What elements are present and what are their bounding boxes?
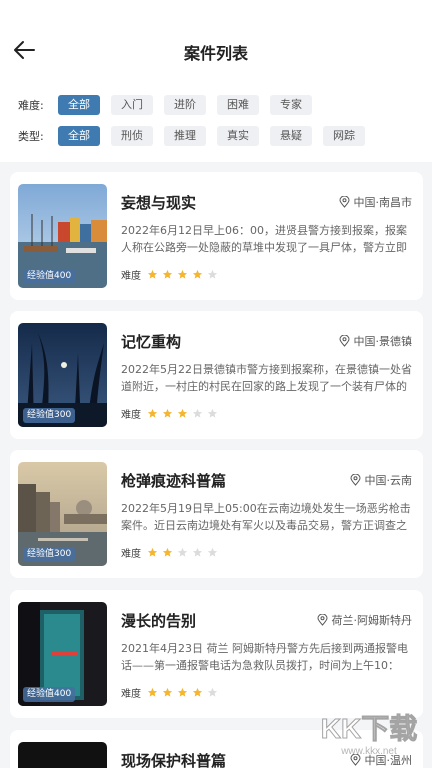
case-thumbnail: 经验值300 (18, 462, 107, 566)
location-pin-icon (338, 335, 350, 347)
case-thumbnail (18, 742, 107, 768)
case-description: 2022年5月22日景德镇市警方接到报案称，在景德镇一处省道附近，一村庄的村民在… (121, 363, 412, 393)
difficulty-chip-hard[interactable]: 困难 (217, 95, 259, 115)
type-filter-label: 类型: (18, 130, 44, 143)
star-filled-icon (147, 687, 158, 697)
difficulty-label: 难度 (121, 271, 141, 282)
case-description: 2021年4月23日 荷兰 阿姆斯特丹警方先后接到两通报警电话——第一通报警电话… (121, 642, 408, 672)
case-title: 妄想与现实 (121, 194, 197, 212)
case-thumbnail: 经验值300 (18, 323, 107, 427)
star-filled-icon (177, 408, 188, 418)
type-chip-all[interactable]: 全部 (58, 126, 100, 146)
star-filled-icon (192, 269, 203, 279)
location-pin-icon (316, 614, 328, 626)
page-title: 案件列表 (183, 44, 248, 63)
type-chip-real[interactable]: 真实 (217, 126, 259, 146)
type-chip-network[interactable]: 网踪 (323, 126, 365, 146)
star-empty-icon (192, 408, 203, 418)
watermark-text: KK下载 (321, 713, 417, 744)
difficulty-filter-label: 难度: (18, 99, 44, 112)
star-filled-icon (162, 408, 173, 418)
star-rating (147, 687, 222, 698)
location-text: 荷兰·阿姆斯特丹 (331, 614, 413, 627)
case-card[interactable]: 经验值400 妄想与现实 中国·南昌市 2022年6月12日早上06：00，进贤… (10, 172, 423, 300)
star-empty-icon (207, 687, 218, 697)
star-filled-icon (192, 687, 203, 697)
star-filled-icon (147, 408, 158, 418)
star-filled-icon (162, 687, 173, 697)
difficulty-rating: 难度 (121, 685, 222, 700)
location-text: 中国·南昌市 (353, 196, 413, 209)
difficulty-rating: 难度 (121, 545, 222, 560)
star-empty-icon (192, 547, 203, 557)
location-text: 中国·云南 (364, 474, 413, 487)
star-empty-icon (177, 547, 188, 557)
star-filled-icon (147, 547, 158, 557)
case-location: 中国·景德镇 (338, 333, 413, 349)
case-title: 漫长的告别 (121, 612, 197, 630)
case-card[interactable]: 经验值400 漫长的告别 荷兰·阿姆斯特丹 2021年4月23日 荷兰 阿姆斯特… (10, 590, 423, 718)
star-filled-icon (162, 547, 173, 557)
difficulty-filter: 难度: 全部 入门 进阶 困难 专家 (18, 95, 323, 115)
star-filled-icon (147, 269, 158, 279)
star-filled-icon (177, 687, 188, 697)
difficulty-chip-beginner[interactable]: 入门 (111, 95, 153, 115)
case-card[interactable]: 经验值300 记忆重构 中国·景德镇 2022年5月22日景德镇市警方接到报案称… (10, 311, 423, 439)
star-rating (147, 269, 222, 280)
case-title: 现场保护科普篇 (121, 752, 227, 768)
star-filled-icon (162, 269, 173, 279)
difficulty-rating: 难度 (121, 406, 222, 421)
difficulty-label: 难度 (121, 689, 141, 700)
exp-badge: 经验值300 (23, 547, 76, 562)
case-thumbnail: 经验值400 (18, 184, 107, 288)
case-location: 荷兰·阿姆斯特丹 (316, 612, 413, 628)
type-chip-criminal[interactable]: 刑侦 (111, 126, 153, 146)
star-empty-icon (207, 269, 218, 279)
site-watermark-logo: KK下载 www.kkx.net (314, 706, 424, 758)
star-empty-icon (207, 547, 218, 557)
difficulty-label: 难度 (121, 410, 141, 421)
case-location: 中国·南昌市 (338, 194, 413, 210)
star-rating (147, 408, 222, 419)
difficulty-chip-expert[interactable]: 专家 (270, 95, 312, 115)
star-empty-icon (207, 408, 218, 418)
watermark-url: www.kkx.net (340, 746, 397, 757)
case-card[interactable]: 经验值300 枪弹痕迹科普篇 中国·云南 2022年5月19日早上05:00在云… (10, 450, 423, 578)
type-filter: 类型: 全部 刑侦 推理 真实 悬疑 网踪 (18, 126, 376, 146)
exp-badge: 经验值300 (23, 408, 76, 423)
case-title: 记忆重构 (121, 333, 182, 351)
exp-badge: 经验值400 (23, 269, 76, 284)
difficulty-chip-advanced[interactable]: 进阶 (164, 95, 206, 115)
type-chip-suspense[interactable]: 悬疑 (270, 126, 312, 146)
location-pin-icon (338, 196, 350, 208)
case-description: 2022年6月12日早上06：00，进贤县警方接到报案，报案人称在公路旁一处隐蔽… (121, 224, 407, 254)
difficulty-label: 难度 (121, 549, 141, 560)
app-header: 案件列表 难度: 全部 入门 进阶 困难 专家 类型: 全部 刑侦 推理 真实 … (0, 0, 432, 162)
case-thumbnail: 经验值400 (18, 602, 107, 706)
case-description: 2022年5月19日早上05:00在云南边境处发生一场恶劣枪击案件。近日云南边境… (121, 502, 411, 532)
star-rating (147, 547, 222, 558)
type-chip-reasoning[interactable]: 推理 (164, 126, 206, 146)
case-title: 枪弹痕迹科普篇 (121, 472, 227, 490)
location-pin-icon (349, 474, 361, 486)
location-text: 中国·景德镇 (353, 335, 413, 348)
exp-badge: 经验值400 (23, 687, 76, 702)
difficulty-rating: 难度 (121, 267, 222, 282)
star-filled-icon (177, 269, 188, 279)
difficulty-chip-all[interactable]: 全部 (58, 95, 100, 115)
case-location: 中国·云南 (349, 472, 413, 488)
